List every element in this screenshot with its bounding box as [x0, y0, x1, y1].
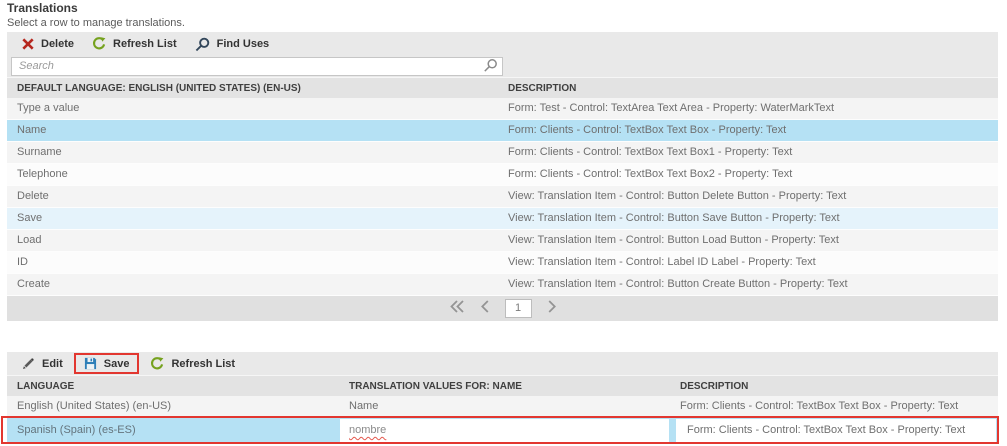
row-value: Surname: [17, 146, 62, 158]
translation-value-edit-field[interactable]: nombre: [340, 419, 669, 442]
row-description: View: Translation Item - Control: Button…: [508, 278, 848, 290]
page-number-box[interactable]: 1: [504, 299, 532, 318]
top-table-header: DEFAULT LANGUAGE: ENGLISH (UNITED STATES…: [7, 77, 998, 98]
top-toolbar: Delete Refresh List Find Uses: [7, 32, 998, 56]
previous-page-button[interactable]: [480, 299, 490, 319]
row-value: Name: [349, 400, 379, 412]
table-row-telephone[interactable]: Telephone Form: Clients - Control: TextB…: [7, 164, 998, 186]
row-value: Delete: [17, 190, 49, 202]
row-description: Form: Clients - Control: TextBox Text Bo…: [680, 400, 959, 412]
edit-button[interactable]: Edit: [13, 354, 72, 373]
table-row-delete[interactable]: Delete View: Translation Item - Control:…: [7, 186, 998, 208]
search-field-wrap: [11, 56, 503, 78]
row-description: Form: Test - Control: TextArea Text Area…: [508, 102, 835, 114]
top-table-body: Type a value Form: Test - Control: TextA…: [7, 98, 998, 296]
row-description: View: Translation Item - Control: Button…: [508, 212, 840, 224]
bottom-table-body: English (United States) (en-US) Name For…: [7, 396, 998, 417]
row-description: View: Translation Item - Control: Label …: [508, 256, 816, 268]
save-button[interactable]: Save: [76, 355, 138, 372]
row-value: ID: [17, 256, 28, 268]
row-language: English (United States) (en-US): [17, 400, 172, 412]
row-value: Name: [17, 124, 47, 136]
bottom-toolbar: Edit Save Refresh List: [7, 352, 998, 375]
save-button-label: Save: [103, 357, 130, 370]
page-subtitle: Select a row to manage translations.: [7, 17, 185, 29]
chevron-left-icon: [480, 299, 490, 319]
bottom-table-header: LANGUAGE TRANSLATION VALUES FOR: NAME DE…: [7, 375, 998, 396]
next-page-button[interactable]: [547, 299, 557, 319]
table-row-type-a-value[interactable]: Type a value Form: Test - Control: TextA…: [7, 98, 998, 120]
column-header-default-language[interactable]: DEFAULT LANGUAGE: ENGLISH (UNITED STATES…: [7, 78, 301, 99]
pagination-bar: 1: [7, 296, 998, 321]
top-toolbar-panel: Delete Refresh List Find Uses: [7, 32, 998, 77]
column-header-language[interactable]: LANGUAGE: [7, 376, 74, 397]
column-header-description[interactable]: DESCRIPTION: [670, 376, 748, 397]
refresh-icon: [92, 37, 106, 51]
double-chevron-left-icon: [449, 299, 465, 319]
column-header-translation-values[interactable]: TRANSLATION VALUES FOR: NAME: [339, 376, 522, 397]
table-row-load[interactable]: Load View: Translation Item - Control: B…: [7, 230, 998, 252]
page-title: Translations: [7, 1, 78, 15]
refresh-list-button[interactable]: Refresh List: [83, 34, 186, 54]
column-header-description[interactable]: DESCRIPTION: [498, 78, 576, 99]
pencil-icon: [22, 357, 35, 370]
edit-button-label: Edit: [42, 357, 63, 370]
row-description: Form: Clients - Control: TextBox Text Bo…: [676, 419, 996, 442]
row-description: Form: Clients - Control: TextBox Text Bo…: [508, 124, 787, 136]
find-uses-label: Find Uses: [216, 38, 270, 50]
row-value: Telephone: [17, 168, 68, 180]
table-row-save[interactable]: Save View: Translation Item - Control: B…: [7, 208, 998, 230]
find-uses-magnifier-icon: [195, 37, 210, 52]
table-row-create[interactable]: Create View: Translation Item - Control:…: [7, 274, 998, 296]
search-input[interactable]: [11, 56, 503, 76]
delete-button[interactable]: Delete: [13, 35, 83, 53]
row-description: Form: Clients - Control: TextBox Text Bo…: [508, 146, 793, 158]
table-row-id[interactable]: ID View: Translation Item - Control: Lab…: [7, 252, 998, 274]
delete-x-icon: [22, 38, 34, 50]
row-value: Type a value: [17, 102, 80, 114]
row-description: View: Translation Item - Control: Button…: [508, 234, 839, 246]
first-page-button[interactable]: [449, 299, 465, 319]
row-value: Load: [17, 234, 42, 246]
search-icon[interactable]: [483, 58, 498, 78]
table-row-english[interactable]: English (United States) (en-US) Name For…: [7, 396, 998, 417]
refresh-list-label: Refresh List: [113, 38, 177, 50]
refresh-list-button-bottom[interactable]: Refresh List: [141, 354, 244, 374]
refresh-list-bottom-label: Refresh List: [171, 357, 236, 370]
delete-button-label: Delete: [41, 38, 75, 50]
chevron-right-icon: [547, 299, 557, 319]
table-row-name-selected[interactable]: Name Form: Clients - Control: TextBox Te…: [7, 120, 998, 142]
translations-page: Translations Select a row to manage tran…: [0, 0, 1007, 446]
table-row-surname[interactable]: Surname Form: Clients - Control: TextBox…: [7, 142, 998, 164]
floppy-disk-icon: [84, 357, 97, 370]
row-description: Form: Clients - Control: TextBox Text Bo…: [508, 168, 793, 180]
find-uses-button[interactable]: Find Uses: [186, 34, 279, 55]
row-value: Create: [17, 278, 51, 290]
row-value: Save: [17, 212, 43, 224]
save-button-annotation-rectangle: Save: [73, 353, 140, 374]
table-row-spanish-selected[interactable]: Spanish (Spain) (es-ES) nombre Form: Cli…: [1, 416, 999, 444]
translation-value-text: nombre: [349, 424, 387, 436]
row-description: View: Translation Item - Control: Button…: [508, 190, 847, 202]
row-language: Spanish (Spain) (es-ES): [17, 424, 136, 436]
refresh-icon: [150, 356, 164, 371]
